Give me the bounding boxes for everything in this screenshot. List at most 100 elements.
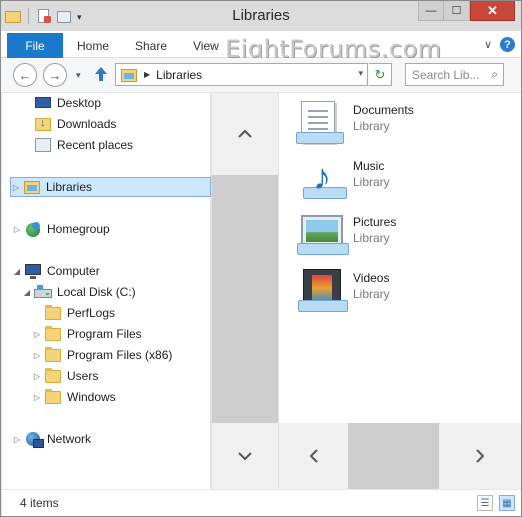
expand-arrow-icon[interactable]: ▷ (32, 393, 42, 402)
chevron-up-icon (238, 130, 252, 138)
documents-library-icon (296, 99, 349, 147)
content-pane[interactable]: Documents Library ♪ Music Library Pictur… (279, 93, 521, 423)
help-icon[interactable]: ? (500, 37, 515, 52)
nav-item-desktop[interactable]: Desktop (22, 93, 101, 113)
chevron-left-icon (309, 449, 318, 463)
address-bar[interactable]: ▶ Libraries ▾ (115, 63, 368, 86)
horizontal-scroll-thumb[interactable] (348, 423, 439, 489)
up-arrow-icon[interactable] (94, 66, 108, 87)
library-type: Library (353, 287, 390, 301)
expand-ribbon-icon[interactable]: ∨ (484, 38, 492, 51)
search-icon[interactable]: ⌕ (491, 67, 498, 82)
nav-label: Network (47, 432, 92, 446)
collapse-arrow-icon[interactable]: ◢ (12, 267, 22, 276)
expand-arrow-icon[interactable]: ▷ (32, 372, 42, 381)
library-item-videos[interactable]: Videos Library (297, 267, 390, 317)
chevron-down-icon (238, 452, 252, 460)
address-dropdown-icon[interactable]: ▾ (358, 68, 363, 79)
minimize-button[interactable]: — (418, 1, 444, 21)
libraries-address-icon (120, 67, 138, 83)
status-bar: 4 items ☰ ▦ (2, 489, 521, 516)
details-view-icon[interactable]: ☰ (477, 495, 493, 511)
nav-label: Homegroup (47, 222, 110, 236)
folder-icon (44, 347, 62, 363)
scroll-left-button[interactable] (279, 423, 348, 489)
computer-icon (24, 263, 42, 279)
nav-label: Computer (47, 264, 100, 278)
nav-item-windows[interactable]: ▷ Windows (32, 387, 116, 407)
nav-item-perflogs[interactable]: PerfLogs (32, 303, 115, 323)
tab-share[interactable]: Share (135, 33, 167, 58)
downloads-icon (34, 116, 52, 132)
nav-label: Users (67, 369, 99, 383)
nav-item-recent-places[interactable]: Recent places (22, 135, 133, 155)
title-bar[interactable]: ▾ Libraries — ☐ ✕ (1, 1, 521, 31)
maximize-button[interactable]: ☐ (444, 1, 470, 21)
explorer-window: ▾ Libraries — ☐ ✕ File Home Share View ∨… (0, 0, 522, 517)
expand-arrow-icon[interactable]: ▷ (32, 330, 42, 339)
nav-label: PerfLogs (67, 306, 116, 320)
tab-view[interactable]: View (193, 33, 219, 58)
close-button[interactable]: ✕ (470, 1, 515, 21)
nav-item-users[interactable]: ▷ Users (32, 366, 98, 386)
large-icons-view-icon[interactable]: ▦ (499, 495, 515, 511)
library-type: Library (353, 175, 390, 189)
nav-label: Recent places (57, 138, 134, 152)
nav-item-computer[interactable]: ◢ Computer (12, 261, 100, 281)
nav-label: Libraries (46, 180, 93, 194)
videos-library-icon (297, 267, 349, 315)
music-library-icon: ♪ (297, 155, 349, 203)
library-item-music[interactable]: ♪ Music Library (297, 155, 390, 205)
nav-item-program-files[interactable]: ▷ Program Files (32, 324, 142, 344)
scroll-down-button[interactable] (212, 423, 278, 489)
desktop-icon (34, 95, 52, 111)
recent-locations-icon[interactable]: ▾ (76, 70, 81, 81)
library-item-pictures[interactable]: Pictures Library (297, 211, 396, 261)
nav-label: Local Disk (C:) (57, 285, 136, 299)
nav-label: Program Files (x86) (67, 348, 173, 362)
forward-button[interactable]: → (43, 63, 67, 87)
nav-label: Desktop (57, 96, 102, 110)
collapse-arrow-icon[interactable]: ◢ (22, 288, 32, 297)
search-box[interactable]: ⌕ (405, 63, 504, 86)
nav-item-network[interactable]: ▷ Network (12, 429, 91, 449)
tab-home[interactable]: Home (77, 33, 109, 58)
library-type: Library (353, 119, 390, 133)
nav-item-libraries[interactable]: ▷ Libraries (10, 177, 211, 197)
chevron-right-icon (476, 449, 484, 463)
nav-label: Windows (67, 390, 116, 404)
tab-file[interactable]: File (7, 33, 63, 58)
expand-arrow-icon[interactable]: ▷ (12, 435, 22, 444)
library-name: Documents (353, 103, 414, 117)
homegroup-icon (24, 221, 42, 237)
nav-item-homegroup[interactable]: ▷ Homegroup (12, 219, 110, 239)
library-name: Videos (353, 271, 390, 285)
navigation-pane[interactable]: Desktop Downloads Recent places ▷ Librar… (2, 93, 211, 489)
nav-item-program-files-x86[interactable]: ▷ Program Files (x86) (32, 345, 172, 365)
breadcrumb-separator-icon[interactable]: ▶ (144, 70, 150, 79)
nav-item-local-disk[interactable]: ◢ Local Disk (C:) (22, 282, 136, 302)
scroll-up-button[interactable] (212, 93, 278, 175)
pictures-library-icon (297, 211, 349, 259)
view-buttons: ☰ ▦ (477, 495, 515, 511)
folder-icon (44, 368, 62, 384)
nav-item-downloads[interactable]: Downloads (22, 114, 116, 134)
back-button[interactable]: ← (13, 63, 37, 87)
vertical-scroll-thumb[interactable] (212, 175, 278, 423)
library-name: Pictures (353, 215, 397, 229)
breadcrumb-libraries[interactable]: Libraries (156, 68, 202, 82)
expand-arrow-icon[interactable]: ▷ (32, 351, 42, 360)
search-input[interactable] (406, 64, 482, 85)
libraries-icon (23, 179, 41, 195)
folder-icon (44, 305, 62, 321)
expand-arrow-icon[interactable]: ▷ (11, 183, 21, 192)
window-controls: — ☐ ✕ (418, 1, 515, 21)
address-row: ← → ▾ ▶ Libraries ▾ ↻ ⌕ (1, 58, 521, 93)
nav-label: Downloads (57, 117, 117, 131)
scroll-right-button[interactable] (439, 423, 521, 489)
library-item-documents[interactable]: Documents Library (296, 99, 414, 149)
library-type: Library (353, 231, 390, 245)
library-name: Music (353, 159, 385, 173)
expand-arrow-icon[interactable]: ▷ (12, 225, 22, 234)
refresh-button[interactable]: ↻ (369, 63, 392, 86)
